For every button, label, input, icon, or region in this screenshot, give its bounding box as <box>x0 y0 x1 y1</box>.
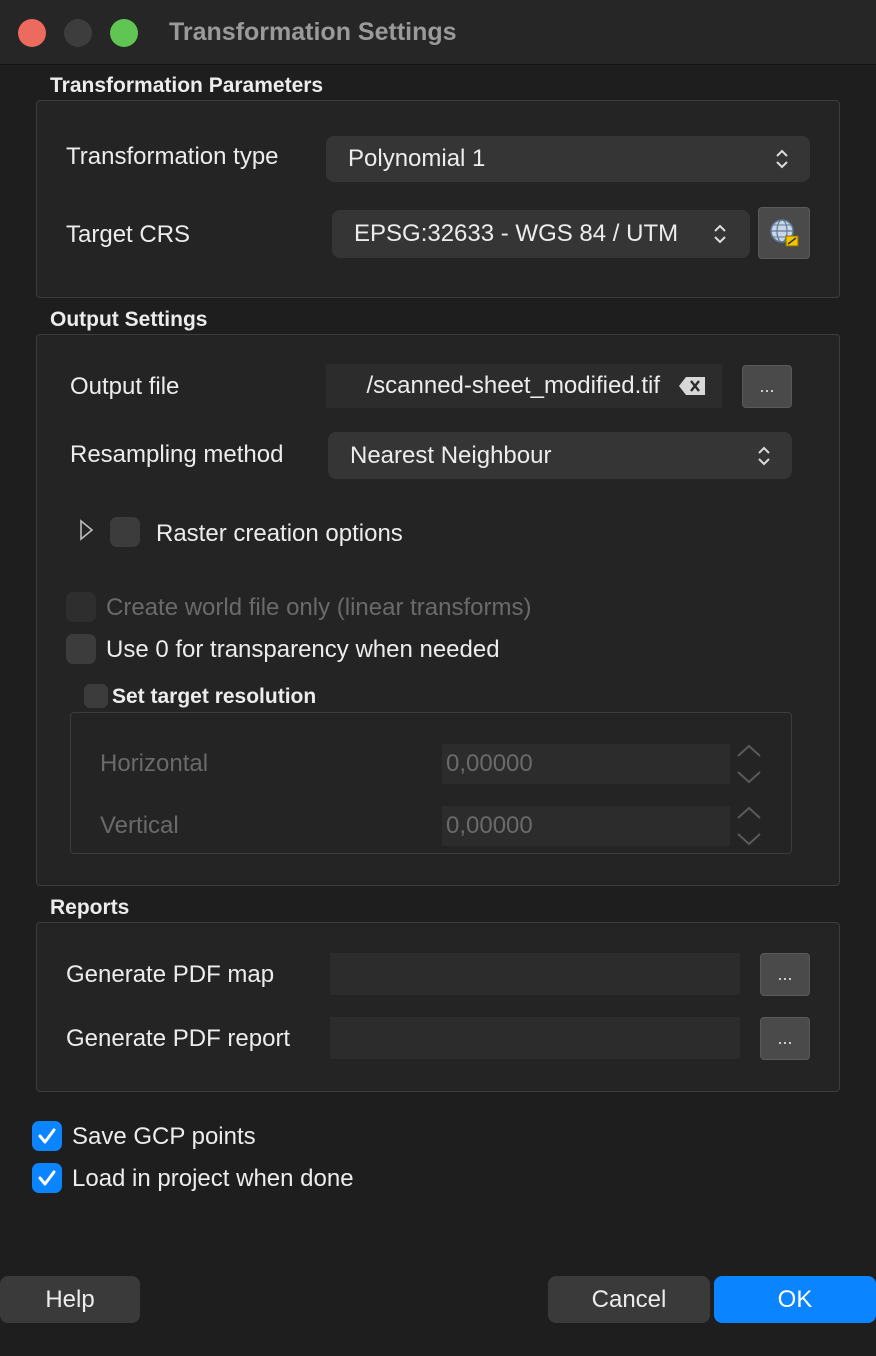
transformation-type-select[interactable]: Polynomial 1 <box>326 136 810 182</box>
horizontal-label: Horizontal <box>100 750 209 777</box>
pdf-report-input[interactable] <box>330 1017 740 1059</box>
transformation-type-label: Transformation type <box>66 143 279 170</box>
window-title: Transformation Settings <box>169 18 457 46</box>
world-file-only-checkbox[interactable] <box>66 592 96 622</box>
transformation-type-value: Polynomial 1 <box>348 145 486 172</box>
minimize-window-button[interactable] <box>64 19 92 47</box>
vertical-spinbox[interactable]: 0,00000 <box>442 806 730 846</box>
horizontal-spinbox[interactable]: 0,00000 <box>442 744 730 784</box>
zoom-window-button[interactable] <box>110 19 138 47</box>
disclosure-triangle-icon[interactable] <box>78 518 94 542</box>
globe-crs-icon <box>770 219 799 247</box>
output-file-input[interactable]: /scanned-sheet_modified.tif <box>326 364 722 408</box>
pdf-report-browse-button[interactable]: ... <box>760 1017 810 1060</box>
reports-group <box>36 922 840 1092</box>
spin-arrows-icon[interactable] <box>734 742 764 786</box>
pdf-map-input[interactable] <box>330 953 740 995</box>
vertical-label: Vertical <box>100 812 179 839</box>
output-file-browse-button[interactable]: ... <box>742 365 792 408</box>
help-button[interactable]: Help <box>0 1276 140 1323</box>
crs-selector-button[interactable] <box>758 207 810 259</box>
load-in-project-label: Load in project when done <box>72 1165 354 1192</box>
reports-title: Reports <box>50 896 130 919</box>
chevron-updown-icon <box>714 224 726 244</box>
ok-button[interactable]: OK <box>714 1276 876 1323</box>
pdf-map-label: Generate PDF map <box>66 961 275 988</box>
target-crs-select[interactable]: EPSG:32633 - WGS 84 / UTM <box>332 210 750 258</box>
set-target-resolution-checkbox[interactable] <box>84 684 108 708</box>
transformation-parameters-title: Transformation Parameters <box>50 74 324 97</box>
resampling-method-label: Resampling method <box>70 441 284 468</box>
output-file-value: /scanned-sheet_modified.tif <box>366 372 660 399</box>
clear-text-icon[interactable] <box>678 376 706 396</box>
transparency-checkbox[interactable] <box>66 634 96 664</box>
target-crs-label: Target CRS <box>66 221 191 248</box>
world-file-only-label: Create world file only (linear transform… <box>106 594 532 621</box>
target-crs-value: EPSG:32633 - WGS 84 / UTM <box>354 220 679 247</box>
raster-creation-options-label: Raster creation options <box>156 520 403 547</box>
resampling-method-select[interactable]: Nearest Neighbour <box>328 432 792 479</box>
pdf-map-browse-button[interactable]: ... <box>760 953 810 996</box>
close-window-button[interactable] <box>18 19 46 47</box>
transformation-parameters-group <box>36 100 840 298</box>
spin-arrows-icon[interactable] <box>734 804 764 848</box>
chevron-updown-icon <box>776 149 788 169</box>
resampling-method-value: Nearest Neighbour <box>350 441 552 469</box>
chevron-updown-icon <box>758 446 770 466</box>
transparency-label: Use 0 for transparency when needed <box>106 636 500 663</box>
set-target-resolution-label: Set target resolution <box>112 685 317 708</box>
save-gcp-checkbox[interactable] <box>32 1121 62 1151</box>
load-in-project-checkbox[interactable] <box>32 1163 62 1193</box>
output-file-label: Output file <box>70 373 180 400</box>
cancel-button[interactable]: Cancel <box>548 1276 710 1323</box>
output-settings-title: Output Settings <box>50 308 208 331</box>
pdf-report-label: Generate PDF report <box>66 1025 291 1052</box>
save-gcp-label: Save GCP points <box>72 1123 256 1150</box>
checkmark-icon <box>38 1170 56 1186</box>
checkmark-icon <box>38 1128 56 1144</box>
raster-creation-options-checkbox[interactable] <box>110 517 140 547</box>
